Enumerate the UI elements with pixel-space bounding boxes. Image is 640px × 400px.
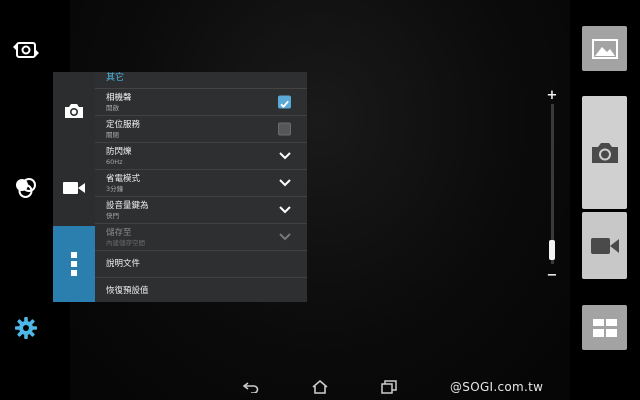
setting-title: 恢復預設值 <box>106 286 149 296</box>
setting-title: 設音量鍵為 <box>106 200 149 211</box>
tab-more-settings[interactable] <box>53 226 95 302</box>
setting-power-saving[interactable]: 省電模式 3分鐘 <box>95 170 307 197</box>
setting-anti-flicker[interactable]: 防閃爍 60Hz <box>95 143 307 170</box>
recent-apps-icon <box>381 380 397 394</box>
settings-list: 其它 相機聲 開啟 定位服務 關閉 防閃爍 60Hz 省電模式 3分鐘 設音量鍵… <box>95 72 307 302</box>
shutter-sound-checkbox[interactable] <box>278 95 291 109</box>
setting-volume-key[interactable]: 設音量鍵為 快門 <box>95 197 307 224</box>
power-saving-dropdown[interactable] <box>279 179 291 187</box>
setting-title: 相機聲 <box>106 92 132 103</box>
section-title: 其它 <box>95 72 307 89</box>
home-button[interactable] <box>309 376 331 398</box>
back-button[interactable] <box>240 376 262 398</box>
chevron-down-icon <box>279 233 291 241</box>
setting-title: 說明文件 <box>106 258 141 269</box>
shutter-button[interactable] <box>582 96 627 209</box>
setting-restore-defaults[interactable]: 恢復預設值 <box>95 278 307 305</box>
tab-camera-settings[interactable] <box>53 72 95 149</box>
setting-value: 快門 <box>106 211 119 220</box>
zoom-in-button[interactable]: + <box>545 89 559 102</box>
setting-value: 開啟 <box>106 103 119 112</box>
shutter-camera-icon <box>591 142 618 163</box>
system-nav-bar <box>240 376 400 398</box>
setting-value: 關閉 <box>106 130 119 139</box>
settings-tabs <box>53 72 95 302</box>
setting-title: 省電模式 <box>106 173 141 184</box>
gallery-icon <box>591 38 618 59</box>
setting-title: 定位服務 <box>106 119 141 130</box>
record-video-icon <box>590 237 619 254</box>
setting-documentation[interactable]: 說明文件 <box>95 251 307 278</box>
effects-button[interactable] <box>8 170 44 206</box>
settings-gear-icon <box>15 317 37 339</box>
zoom-out-button[interactable]: − <box>545 269 559 282</box>
record-video-button[interactable] <box>582 212 627 279</box>
camera-icon <box>65 103 83 118</box>
setting-storage-location: 儲存至 內建儲存空間 <box>95 224 307 251</box>
chevron-down-icon <box>279 179 291 187</box>
setting-title: 防閃爍 <box>106 146 132 157</box>
location-service-checkbox[interactable] <box>278 122 291 136</box>
watermark: @SOGI.com.tw <box>450 380 544 394</box>
mode-grid-icon <box>592 318 617 337</box>
storage-location-dropdown <box>279 233 291 241</box>
chevron-down-icon <box>279 152 291 160</box>
switch-camera-icon <box>13 42 39 58</box>
left-rail <box>0 0 52 400</box>
back-icon <box>243 382 259 393</box>
recent-apps-button[interactable] <box>378 376 400 398</box>
zoom-handle[interactable] <box>549 240 555 260</box>
settings-button[interactable] <box>8 310 44 346</box>
settings-panel: 其它 相機聲 開啟 定位服務 關閉 防閃爍 60Hz 省電模式 3分鐘 設音量鍵… <box>53 72 307 302</box>
setting-shutter-sound[interactable]: 相機聲 開啟 <box>95 89 307 116</box>
tab-video-settings[interactable] <box>53 149 95 226</box>
check-icon <box>280 100 289 109</box>
setting-location-service[interactable]: 定位服務 關閉 <box>95 116 307 143</box>
setting-value: 3分鐘 <box>106 184 124 193</box>
setting-title: 儲存至 <box>106 227 132 238</box>
setting-value: 內建儲存空間 <box>106 238 145 247</box>
anti-flicker-dropdown[interactable] <box>279 152 291 160</box>
home-icon <box>312 380 328 394</box>
volume-key-dropdown[interactable] <box>279 206 291 214</box>
gallery-button[interactable] <box>582 26 627 71</box>
zoom-slider[interactable]: + − <box>540 89 564 285</box>
effects-icon <box>16 178 36 198</box>
mode-button[interactable] <box>582 305 627 350</box>
switch-camera-button[interactable] <box>8 32 44 68</box>
chevron-down-icon <box>279 206 291 214</box>
more-icon <box>71 252 77 276</box>
setting-value: 60Hz <box>106 157 123 166</box>
capture-controls <box>582 96 627 279</box>
video-icon <box>63 181 85 194</box>
